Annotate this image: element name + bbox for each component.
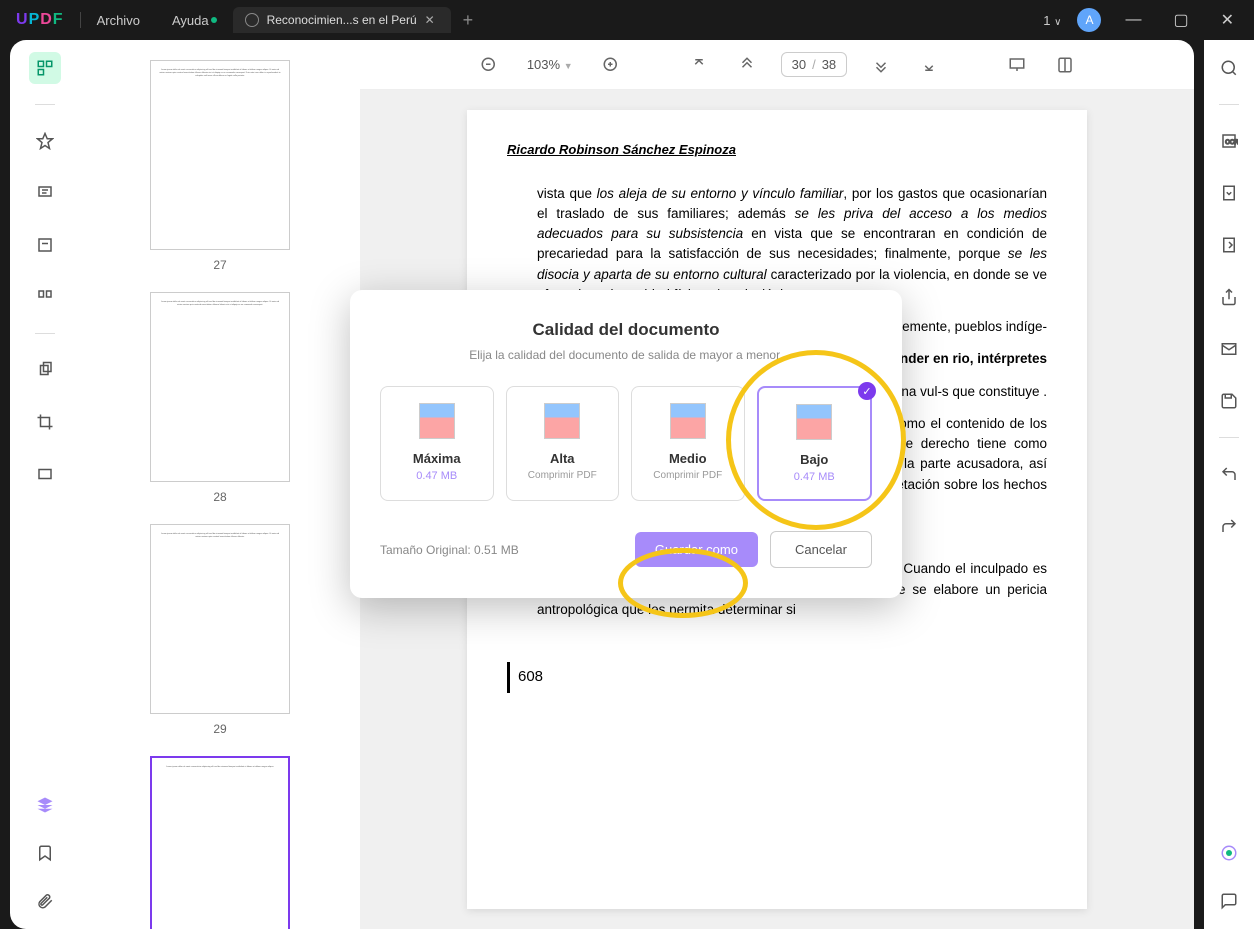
redo-icon[interactable] <box>1213 510 1245 542</box>
thumbnail-29[interactable]: Lorem ipsum dolor sit amet consectetur a… <box>120 524 320 736</box>
close-button[interactable]: ✕ <box>1213 10 1242 30</box>
quality-option-bajo[interactable]: Bajo 0.47 MB <box>757 386 873 501</box>
page-number-input[interactable]: 30/38 <box>781 52 848 77</box>
thumbnail-27[interactable]: Lorem ipsum dolor sit amet consectetur a… <box>120 60 320 272</box>
svg-text:OCR: OCR <box>1225 140 1238 146</box>
export-icon[interactable] <box>1213 229 1245 261</box>
chat-icon[interactable] <box>1213 885 1245 917</box>
app-logo: UPDF <box>0 11 80 29</box>
redact-tool-icon[interactable] <box>29 458 61 490</box>
crop-tool-icon[interactable] <box>29 406 61 438</box>
last-page-icon[interactable] <box>915 51 943 79</box>
zoom-in-icon[interactable] <box>597 51 625 79</box>
presentation-icon[interactable] <box>1003 51 1031 79</box>
ai-icon[interactable] <box>1213 837 1245 869</box>
undo-icon[interactable] <box>1213 458 1245 490</box>
convert-icon[interactable] <box>1213 177 1245 209</box>
original-size-label: Tamaño Original: 0.51 MB <box>380 543 519 557</box>
edit-tool-icon[interactable] <box>29 229 61 261</box>
save-as-button[interactable]: Guardar como <box>635 532 758 567</box>
right-toolbar: OCR <box>1204 40 1254 929</box>
thumbnail-28[interactable]: Lorem ipsum dolor sit amet consectetur a… <box>120 292 320 504</box>
quality-option-maxima[interactable]: Máxima 0.47 MB <box>380 386 494 501</box>
document-toolbar: 103% ▼ 30/38 <box>360 40 1194 90</box>
share-icon[interactable] <box>1213 281 1245 313</box>
window-count[interactable]: 1 ∨ <box>1043 13 1061 28</box>
minimize-button[interactable]: — <box>1117 11 1149 29</box>
ocr-icon[interactable]: OCR <box>1213 125 1245 157</box>
organize-tool-icon[interactable] <box>29 281 61 313</box>
update-indicator-icon <box>211 17 217 23</box>
email-icon[interactable] <box>1213 333 1245 365</box>
document-icon <box>245 13 259 27</box>
add-tab-button[interactable]: + <box>463 10 474 31</box>
thumbnails-tool-icon[interactable] <box>29 52 61 84</box>
thumbnail-panel: Lorem ipsum dolor sit amet consectetur a… <box>80 40 360 929</box>
search-icon[interactable] <box>1213 52 1245 84</box>
copy-tool-icon[interactable] <box>29 354 61 386</box>
bookmark-icon[interactable] <box>29 837 61 869</box>
close-icon[interactable]: ✕ <box>425 13 439 27</box>
comment-tool-icon[interactable] <box>29 177 61 209</box>
thumbnail-30[interactable]: Lorem ipsum dolor sit amet consectetur a… <box>120 756 320 929</box>
zoom-level[interactable]: 103% ▼ <box>523 57 577 72</box>
highlighter-tool-icon[interactable] <box>29 125 61 157</box>
page-author: Ricardo Robinson Sánchez Espinoza <box>507 140 1047 160</box>
dialog-title: Calidad del documento <box>380 320 872 340</box>
dialog-subtitle: Elija la calidad del documento de salida… <box>380 348 872 362</box>
next-page-icon[interactable] <box>867 51 895 79</box>
tab-title: Reconocimien...s en el Perú <box>267 13 417 27</box>
menu-ayuda[interactable]: Ayuda <box>156 13 225 28</box>
avatar[interactable]: A <box>1077 8 1101 32</box>
document-tab[interactable]: Reconocimien...s en el Perú ✕ <box>233 7 451 33</box>
menu-archivo[interactable]: Archivo <box>81 13 156 28</box>
reading-mode-icon[interactable] <box>1051 51 1079 79</box>
quality-preview-icon <box>670 403 706 439</box>
maximize-button[interactable]: ▢ <box>1165 10 1196 30</box>
cancel-button[interactable]: Cancelar <box>770 531 872 568</box>
page-number: 608 <box>507 662 551 693</box>
quality-option-medio[interactable]: Medio Comprimir PDF <box>631 386 745 501</box>
quality-preview-icon <box>544 403 580 439</box>
quality-option-alta[interactable]: Alta Comprimir PDF <box>506 386 620 501</box>
titlebar: UPDF Archivo Ayuda Reconocimien...s en e… <box>0 0 1254 40</box>
quality-preview-icon <box>796 404 832 440</box>
first-page-icon[interactable] <box>685 51 713 79</box>
layers-icon[interactable] <box>29 789 61 821</box>
quality-dialog: Calidad del documento Elija la calidad d… <box>350 290 902 598</box>
zoom-out-icon[interactable] <box>475 51 503 79</box>
save-icon[interactable] <box>1213 385 1245 417</box>
attachment-icon[interactable] <box>29 885 61 917</box>
left-toolbar <box>10 40 80 929</box>
quality-preview-icon <box>419 403 455 439</box>
prev-page-icon[interactable] <box>733 51 761 79</box>
